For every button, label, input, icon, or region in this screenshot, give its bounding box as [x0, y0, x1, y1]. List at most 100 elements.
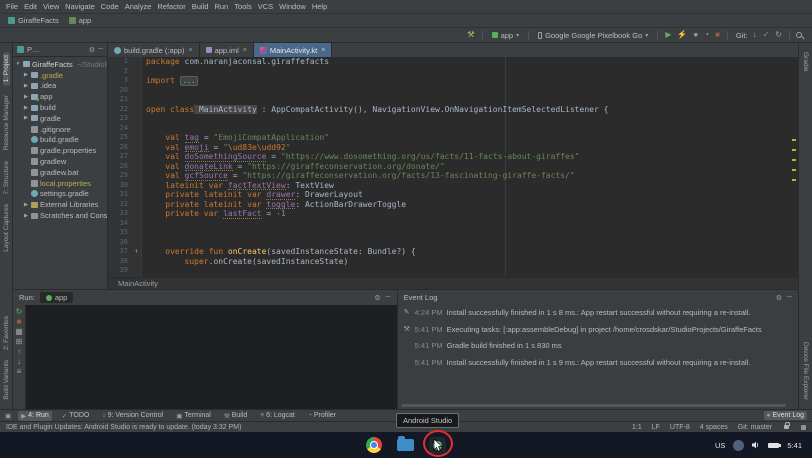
battery-icon[interactable]: [768, 443, 779, 448]
horizontal-scrollbar[interactable]: [401, 404, 786, 407]
code-line[interactable]: 27 val doSomethingSource = "https://www.…: [108, 152, 798, 162]
tree-item-build[interactable]: ▶build: [13, 102, 107, 113]
tree-item-scratches-and-consoles[interactable]: ▶Scratches and Consoles: [13, 210, 107, 221]
file-manager-icon[interactable]: [397, 439, 414, 451]
hide-panel-icon[interactable]: ─: [787, 294, 792, 301]
tool-window-button-4-run[interactable]: ▶4: Run: [18, 411, 52, 421]
tool-window-button-build[interactable]: ⚒Build: [221, 411, 250, 421]
restore-layout-button[interactable]: ▦: [14, 328, 24, 336]
status-item-utf-8[interactable]: UTF-8: [670, 424, 690, 431]
menu-item-code[interactable]: Code: [98, 2, 122, 11]
code-line[interactable]: 21: [108, 95, 798, 105]
tree-item-settings-gradle[interactable]: settings.gradle: [13, 189, 107, 200]
tree-item-giraffefacts[interactable]: ▾GiraffeFacts~/StudioProjects/GiraffeFac…: [13, 59, 107, 70]
code-line[interactable]: 20: [108, 86, 798, 96]
status-item-lf[interactable]: LF: [652, 424, 660, 431]
editor-tab-build-gradle-app[interactable]: build.gradle (:app)×: [108, 43, 200, 57]
breadcrumb-giraffefacts[interactable]: GiraffeFacts: [5, 16, 62, 25]
code-line[interactable]: 28 val donateLink = "https://giraffecons…: [108, 162, 798, 172]
code-line[interactable]: 36: [108, 238, 798, 248]
tool-strip-tab-2-favorites[interactable]: 2: Favorites: [3, 316, 10, 350]
close-icon[interactable]: ×: [321, 47, 325, 54]
tool-window-button-6-logcat[interactable]: ≡6: Logcat: [257, 411, 298, 420]
code-line[interactable]: 24: [108, 124, 798, 134]
menu-item-analyze[interactable]: Analyze: [122, 2, 155, 11]
code-line[interactable]: 3 import ...: [108, 76, 798, 86]
code-line[interactable]: 29 val gcfSource = "https://giraffeconse…: [108, 171, 798, 181]
tool-window-switcher-icon[interactable]: ▣: [5, 412, 11, 420]
hide-panel-icon[interactable]: ─: [98, 46, 103, 53]
code-line[interactable]: 1 package com.naranjaconsal.giraffefacts: [108, 57, 798, 67]
tree-item-gradle-properties[interactable]: gradle.properties: [13, 145, 107, 156]
tree-item-gradlew[interactable]: gradlew: [13, 156, 107, 167]
status-message[interactable]: IDE and Plugin Updates: Android Studio i…: [6, 424, 241, 431]
status-square-icon[interactable]: [801, 425, 806, 430]
chrome-icon[interactable]: [366, 437, 382, 453]
close-icon[interactable]: ×: [243, 47, 247, 54]
breadcrumb-class[interactable]: MainActivity: [118, 279, 158, 288]
tool-window-button-profiler[interactable]: ◔Profiler: [305, 411, 339, 420]
code-editor[interactable]: 1 package com.naranjaconsal.giraffefacts…: [108, 57, 798, 277]
gear-icon[interactable]: ⚙: [374, 294, 380, 302]
menu-item-tools[interactable]: Tools: [231, 2, 255, 11]
tree-item-app[interactable]: ▶app: [13, 91, 107, 102]
run-console[interactable]: [26, 305, 397, 409]
tool-strip-tab-layout-captures[interactable]: Layout Captures: [3, 204, 10, 252]
menu-item-refactor[interactable]: Refactor: [154, 2, 188, 11]
tree-item-gitignore[interactable]: .gitignore: [13, 124, 107, 135]
git-commit-button[interactable]: ✓: [762, 31, 771, 39]
code-line[interactable]: 30 lateinit var factTextView: TextView: [108, 181, 798, 191]
search-icon[interactable]: [796, 32, 802, 38]
git-update-button[interactable]: ↓: [752, 31, 758, 39]
breadcrumb-app[interactable]: app: [66, 16, 95, 25]
code-line[interactable]: 38 super.onCreate(savedInstanceState): [108, 257, 798, 267]
pin-tab-button[interactable]: ⊞: [15, 338, 24, 346]
code-line[interactable]: 35: [108, 228, 798, 238]
device-selector[interactable]: Google Google Pixelbook Go ▾: [535, 31, 651, 40]
tree-item-gradle[interactable]: ▶.gradle: [13, 70, 107, 81]
tool-strip-tab-7-structure[interactable]: 7: Structure: [3, 161, 10, 195]
menu-item-help[interactable]: Help: [309, 2, 330, 11]
menu-item-navigate[interactable]: Navigate: [62, 2, 98, 11]
git-rollback-button[interactable]: ↻: [774, 31, 783, 39]
stop-process-button[interactable]: ■: [16, 318, 23, 326]
code-line[interactable]: 32 private lateinit var toggle: ActionBa…: [108, 200, 798, 210]
code-line[interactable]: 26 val emoji = "\ud83e\udd92": [108, 143, 798, 153]
run-button[interactable]: ▶: [664, 31, 672, 39]
tool-strip-tab-device-file-explorer[interactable]: Device File Explorer: [802, 342, 809, 400]
status-item-git-master[interactable]: Git: master: [738, 424, 772, 431]
code-line[interactable]: 39: [108, 266, 798, 276]
run-config-selector[interactable]: app ▾: [489, 31, 523, 40]
menu-item-edit[interactable]: Edit: [21, 2, 40, 11]
tool-strip-tab-gradle[interactable]: Gradle: [802, 52, 809, 72]
status-item-4-spaces[interactable]: 4 spaces: [700, 424, 728, 431]
code-line[interactable]: 34: [108, 219, 798, 229]
code-line[interactable]: 37↑ override fun onCreate(savedInstanceS…: [108, 247, 798, 257]
volume-icon[interactable]: [752, 441, 760, 449]
tree-item-idea[interactable]: ▶.idea: [13, 81, 107, 92]
gear-icon[interactable]: ⚙: [776, 294, 782, 302]
menu-item-window[interactable]: Window: [276, 2, 309, 11]
tool-strip-tab-1-project[interactable]: 1: Project: [3, 52, 10, 85]
tree-item-local-properties[interactable]: local.properties: [13, 178, 107, 189]
tool-strip-tab-build-variants[interactable]: Build Variants: [3, 360, 10, 400]
profiler-button[interactable]: ◔: [703, 31, 710, 39]
tool-window-button-event-log[interactable]: ●Event Log: [764, 411, 807, 420]
code-line[interactable]: 31 private lateinit var drawer: DrawerLa…: [108, 190, 798, 200]
editor-breadcrumb[interactable]: MainActivity: [108, 277, 798, 289]
apply-changes-button[interactable]: ⚡: [676, 31, 688, 39]
menu-item-run[interactable]: Run: [211, 2, 231, 11]
tree-item-gradle[interactable]: ▶gradle: [13, 113, 107, 124]
menu-item-build[interactable]: Build: [189, 2, 212, 11]
tool-window-button-9-version-control[interactable]: ↕9: Version Control: [99, 411, 166, 420]
console-menu-button[interactable]: ≡: [16, 368, 23, 376]
close-icon[interactable]: ×: [188, 47, 192, 54]
tool-strip-tab-resource-manager[interactable]: Resource Manager: [3, 95, 10, 150]
up-stack-trace-button[interactable]: ↑: [16, 348, 22, 356]
editor-scrollbar[interactable]: [791, 57, 797, 277]
run-tab-app[interactable]: app: [40, 292, 74, 303]
editor-tab-app-iml[interactable]: app.iml×: [200, 43, 254, 57]
build-hammer-button[interactable]: ⚒: [466, 31, 475, 39]
code-line[interactable]: 22 open class MainActivity : AppCompatAc…: [108, 105, 798, 115]
menu-item-file[interactable]: File: [3, 2, 21, 11]
